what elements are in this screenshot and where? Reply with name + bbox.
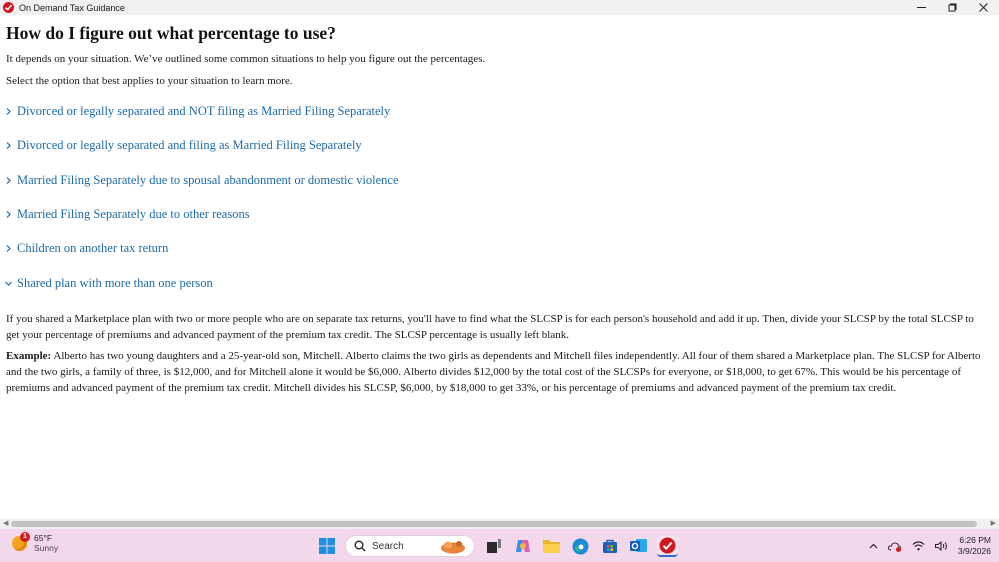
shared-plan-paragraph: If you shared a Marketplace plan with tw… (6, 313, 974, 341)
search-highlight-icon (441, 541, 465, 554)
content-area: How do I figure out what percentage to u… (0, 15, 999, 519)
copilot-button[interactable] (512, 536, 533, 557)
chevron-right-icon (6, 108, 11, 115)
minimize-icon (917, 7, 926, 8)
page-title: How do I figure out what percentage to u… (6, 23, 336, 43)
option-label: Married Filing Separately due to spousal… (17, 173, 399, 187)
checkmark-app-icon (659, 537, 676, 553)
copilot-icon (515, 540, 530, 552)
scroll-left-arrow-icon[interactable]: ◀ (3, 520, 8, 528)
option-shared-plan[interactable]: Shared plan with more than one person (5, 276, 213, 291)
outlook-button[interactable] (628, 536, 649, 557)
close-icon (979, 3, 988, 12)
clock-date: 3/9/2026 (957, 546, 991, 556)
windows-icon (318, 538, 335, 554)
restore-button[interactable] (937, 0, 968, 15)
option-mfs-abandonment[interactable]: Married Filing Separately due to spousal… (5, 173, 399, 188)
taskbar-apps: Search (316, 534, 686, 558)
edge-icon (572, 538, 589, 554)
notification-badge: 1 (20, 531, 30, 542)
task-view-icon (486, 539, 501, 553)
weather-temperature: 65°F (34, 533, 53, 543)
chevron-right-icon (6, 211, 11, 218)
scroll-right-arrow-icon[interactable]: ▶ (991, 520, 996, 528)
horizontal-scrollbar[interactable]: ◀ ▶ (0, 519, 999, 529)
store-icon (602, 539, 617, 553)
onedrive-button[interactable] (887, 541, 902, 552)
option-label: Married Filing Separately due to other r… (17, 207, 250, 221)
show-hidden-icons-button[interactable] (869, 543, 878, 549)
option-label: Divorced or legally separated and filing… (17, 138, 362, 152)
weather-widget[interactable]: 1 65°F Sunny (12, 531, 59, 553)
wifi-button[interactable] (912, 541, 925, 551)
system-tray: 6:26 PM 3/9/2026 (869, 535, 991, 557)
speaker-icon (934, 541, 947, 551)
chevron-down-icon (5, 281, 12, 286)
taskbar-search[interactable]: Search (345, 535, 475, 557)
sun-icon: 1 (12, 531, 30, 551)
restore-icon (948, 3, 957, 12)
tax-guidance-app-button[interactable] (657, 535, 678, 557)
volume-button[interactable] (934, 541, 948, 551)
search-placeholder: Search (372, 540, 404, 552)
title-bar: On Demand Tax Guidance (0, 0, 999, 15)
chevron-right-icon (6, 177, 11, 184)
outlook-icon (630, 539, 647, 552)
store-button[interactable] (599, 536, 620, 557)
weather-description: Sunny (34, 543, 59, 553)
chevron-right-icon (6, 245, 11, 252)
option-label: Divorced or legally separated and NOT fi… (17, 104, 391, 118)
search-icon (354, 540, 366, 552)
cloud-alert-icon (887, 541, 901, 552)
instruction-text: Select the option that best applies to y… (6, 75, 293, 87)
task-view-button[interactable] (483, 536, 504, 557)
option-mfs-other[interactable]: Married Filing Separately due to other r… (5, 207, 250, 222)
chevron-right-icon (6, 142, 11, 149)
option-label: Shared plan with more than one person (17, 276, 213, 290)
scrollbar-thumb[interactable] (11, 521, 977, 527)
taskbar: 1 65°F Sunny Search 6:26 PM 3/9/2026 (0, 529, 999, 562)
file-explorer-button[interactable] (541, 536, 562, 557)
intro-text: It depends on your situation. We’ve outl… (6, 53, 486, 65)
folder-icon (543, 540, 560, 553)
example-label: Example: (6, 350, 52, 362)
option-label: Children on another tax return (17, 241, 169, 255)
option-children-other-return[interactable]: Children on another tax return (5, 241, 168, 256)
start-button[interactable] (316, 536, 337, 557)
edge-browser-button[interactable] (570, 536, 591, 557)
shared-plan-example: Example: Alberto has two young daughters… (6, 349, 981, 396)
option-divorced-mfs[interactable]: Divorced or legally separated and filing… (5, 138, 362, 153)
minimize-button[interactable] (906, 0, 937, 15)
app-checkmark-icon (3, 2, 14, 13)
clock[interactable]: 6:26 PM 3/9/2026 (958, 535, 991, 557)
window-controls (906, 0, 999, 15)
window-title: On Demand Tax Guidance (19, 2, 125, 13)
close-button[interactable] (968, 0, 999, 15)
example-text: Alberto has two young daughters and a 25… (6, 350, 981, 394)
clock-time: 6:26 PM (959, 535, 991, 545)
chevron-up-icon (869, 543, 878, 549)
option-divorced-not-mfs[interactable]: Divorced or legally separated and NOT fi… (5, 104, 390, 119)
wifi-icon (912, 541, 925, 551)
